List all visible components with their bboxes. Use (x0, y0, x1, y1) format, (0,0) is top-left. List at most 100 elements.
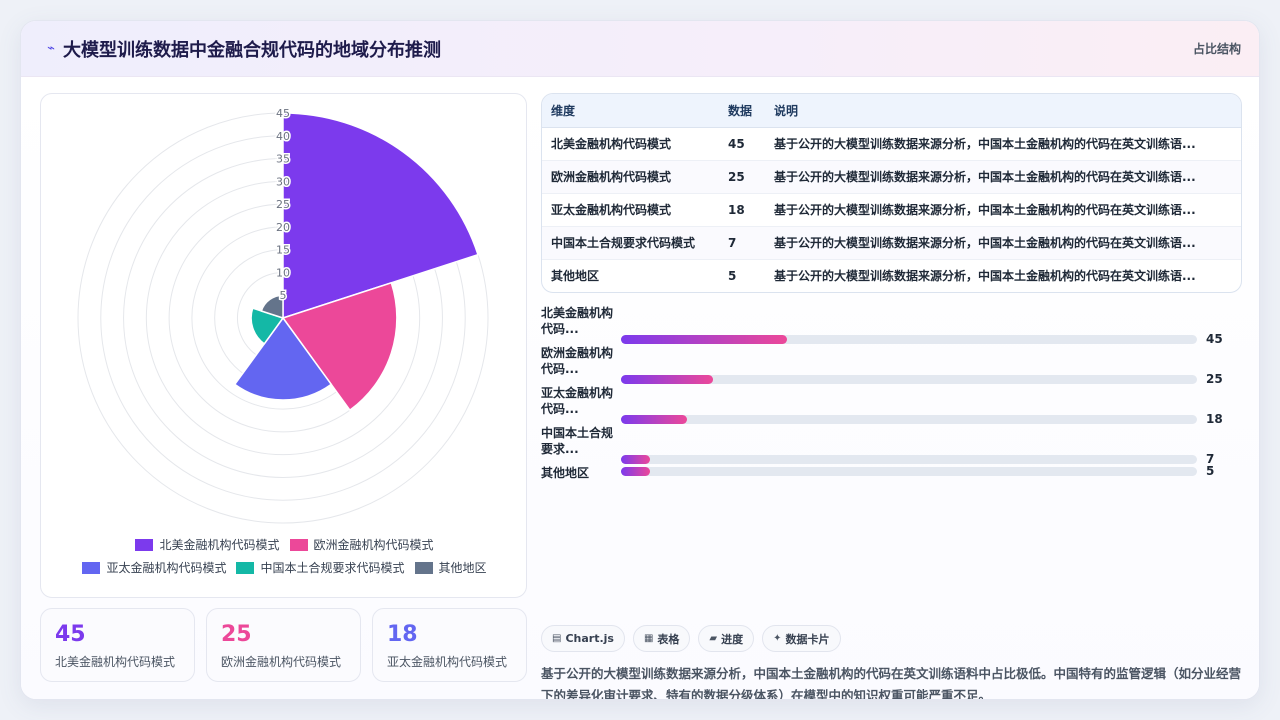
progress-label: 北美金融机构代码... (541, 306, 614, 336)
polar-chart-panel: 5 10 15 20 25 30 35 40 45 北美金融机构代码模式 欧洲金融机构代码模式亚太… (40, 93, 527, 598)
stat-value: 45 (55, 622, 86, 647)
progress-track (621, 455, 1197, 464)
stat-label: 北美金融机构代码模式 (55, 655, 176, 669)
table-cell: 5 (728, 268, 737, 283)
legend-swatch (414, 561, 433, 574)
data-table-panel: 维度 数据 说明 北美金融机构代码模式 45 基于公开的大模型训练数据来源分析，… (541, 93, 1242, 293)
chip-chartjs[interactable]: ▤ Chart.js (541, 625, 625, 652)
table-row[interactable]: 亚太金融机构代码模式 18 基于公开的大模型训练数据来源分析，中国本土金融机构的… (542, 193, 1241, 227)
column-header: 维度 (542, 94, 719, 128)
page-title: 大模型训练数据中金融合规代码的地域分布推测 (63, 40, 441, 61)
progress-icon: ▰ (709, 633, 718, 644)
table-header-row: 维度 数据 说明 (542, 94, 1241, 128)
table-cell: 中国本土合规要求代码模式 (542, 226, 719, 260)
legend-item[interactable]: 亚太金融机构代码模式 (82, 559, 226, 576)
progress-fill (621, 375, 714, 384)
table-cell: 基于公开的大模型训练数据来源分析，中国本土金融机构的代码在英文训练语... (765, 193, 1241, 227)
stat-card: 25 欧洲金融机构代码模式 (206, 608, 361, 682)
radial-tick-label: 35 (276, 153, 290, 166)
legend-item[interactable]: 欧洲金融机构代码模式 (289, 536, 434, 553)
legend-swatch (236, 561, 255, 574)
main-body: 5 10 15 20 25 30 35 40 45 北美金融机构代码模式 欧洲金融机构代码模式 亚太… (21, 77, 1259, 700)
radial-tick-label: 45 (276, 107, 290, 120)
table-cell: 其他地区 (551, 269, 600, 284)
radial-tick-label: 10 (276, 266, 290, 279)
legend-swatch (289, 538, 308, 551)
table-row[interactable]: 其他地区 5 基于公开的大模型训练数据来源分析，中国本土金融机构的代码在英文训练… (542, 259, 1241, 292)
chart-icon: ▤ (552, 633, 562, 644)
radial-tick-label: 15 (276, 244, 290, 257)
chart-line-icon: ⌁ (47, 41, 55, 56)
column-header: 说明 (765, 94, 1241, 128)
chip-label: 表格 (657, 632, 680, 646)
progress-label: 亚太金融机构代码... (541, 386, 614, 416)
table-cell: 基于公开的大模型训练数据来源分析，中国本土金融机构的代码在英文训练语... (765, 127, 1241, 161)
chip-label: 数据卡片 (785, 632, 830, 646)
table-icon: ▦ (643, 633, 654, 644)
table-cell: 亚太金融机构代码模式 (542, 193, 719, 227)
legend-label: 北美金融机构代码模式 (159, 538, 280, 552)
table-row[interactable]: 中国本土合规要求代码模式 7 基于公开的大模型训练数据来源分析，中国本土金融机构… (542, 226, 1241, 260)
table-cell: 45 (719, 127, 765, 161)
radial-tick-label: 40 (276, 130, 290, 143)
progress-value: 18 (1206, 412, 1223, 426)
legend-item[interactable]: 北美金融机构代码模式 (135, 536, 280, 553)
chip-label: 进度 (721, 632, 744, 646)
stat-card: 18 亚太金融机构代码模式 (372, 608, 527, 682)
header: ⌁ 大模型训练数据中金融合规代码的地域分布推测 占比结构 (21, 21, 1259, 77)
polar-area-chart[interactable]: 5 10 15 20 25 30 35 40 45 (41, 94, 528, 534)
radial-tick-label: 30 (276, 175, 290, 188)
table-cell: 欧洲金融机构代码模式 (542, 160, 719, 194)
stat-cards: 45 北美金融机构代码模式 25 欧洲金融机构代码模式 18 亚太金融机构代码模… (40, 608, 527, 682)
chip-table[interactable]: ▦ 表格 (632, 625, 691, 652)
progress-label: 中国本土合规要求... (541, 426, 614, 456)
legend-item[interactable]: 中国本土合规要求代码模式 (236, 559, 405, 576)
header-tag: 占比结构 (1192, 42, 1241, 56)
table-cell: 基于公开的大模型训练数据来源分析，中国本土金融机构的代码在英文训练语... (774, 269, 1196, 284)
data-table: 维度 数据 说明 北美金融机构代码模式 45 基于公开的大模型训练数据来源分析，… (542, 94, 1241, 292)
legend-label: 欧洲金融机构代码模式 (313, 538, 434, 552)
radial-tick-label: 25 (276, 198, 290, 211)
stat-card: 45 北美金融机构代码模式 (40, 608, 195, 682)
chip-data-cards[interactable]: ✦ 数据卡片 (762, 625, 841, 652)
progress-fill (621, 335, 787, 344)
table-cell: 18 (719, 193, 765, 227)
legend-label: 其他地区 (438, 561, 487, 575)
table-cell: 基于公开的大模型训练数据来源分析，中国本土金融机构的代码在英文训练语... (765, 160, 1241, 194)
chip-progress[interactable]: ▰ 进度 (698, 625, 755, 652)
stat-label: 欧洲金融机构代码模式 (221, 655, 342, 669)
progress-label: 欧洲金融机构代码... (541, 346, 614, 376)
progress-label: 其他地区 (541, 466, 590, 480)
progress-track (621, 335, 1197, 344)
progress-value: 45 (1206, 332, 1223, 346)
stat-value: 18 (387, 622, 418, 647)
chart-legend: 北美金融机构代码模式 欧洲金融机构代码模式亚太金融机构代码模式 中国本土合规要求代码… (41, 536, 528, 576)
column-header: 数据 (719, 94, 765, 128)
radial-tick-label: 5 (280, 289, 287, 302)
progress-track (621, 375, 1197, 384)
stat-value: 25 (221, 622, 252, 647)
progress-value: 5 (1206, 464, 1215, 478)
legend-swatch (135, 538, 154, 551)
table-cell: 7 (719, 226, 765, 260)
table-row[interactable]: 欧洲金融机构代码模式 25 基于公开的大模型训练数据来源分析，中国本土金融机构的… (542, 160, 1241, 194)
progress-track (621, 467, 1197, 476)
chip-label: Chart.js (565, 632, 614, 645)
stat-label: 亚太金融机构代码模式 (387, 655, 508, 669)
radial-tick-label: 20 (276, 221, 290, 234)
progress-track (621, 415, 1197, 424)
description-text: 基于公开的大模型训练数据来源分析，中国本土金融机构的代码在英文训练语料中占比极低… (541, 666, 1242, 700)
dashboard-card: ⌁ 大模型训练数据中金融合规代码的地域分布推测 占比结构 5 10 15 20 25 30… (20, 20, 1260, 700)
table-cell: 北美金融机构代码模式 (542, 127, 719, 161)
legend-item[interactable]: 其他地区 (414, 559, 487, 576)
progress-value: 25 (1206, 372, 1223, 386)
table-row[interactable]: 北美金融机构代码模式 45 基于公开的大模型训练数据来源分析，中国本土金融机构的… (542, 127, 1241, 161)
legend-label: 亚太金融机构代码模式 (106, 561, 227, 575)
table-cell: 基于公开的大模型训练数据来源分析，中国本土金融机构的代码在英文训练语... (765, 226, 1241, 260)
legend-swatch (82, 561, 101, 574)
progress-fill (621, 467, 650, 476)
table-cell: 25 (719, 160, 765, 194)
legend-label: 中国本土合规要求代码模式 (260, 561, 405, 575)
feature-chips: ▤ Chart.js ▦ 表格 ▰ 进度 ✦ 数据卡片 (541, 625, 841, 653)
progress-fill (621, 455, 650, 464)
